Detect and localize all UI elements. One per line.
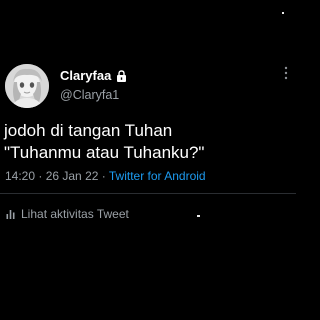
- divider: [0, 193, 296, 194]
- tweet-meta: 14:20 · 26 Jan 22 · Twitter for Android: [5, 169, 206, 183]
- tweet-source-link[interactable]: Twitter for Android: [109, 169, 206, 183]
- bar-chart-icon: [6, 209, 15, 219]
- lock-icon: [116, 69, 127, 82]
- view-activity-button[interactable]: Lihat aktivitas Tweet: [6, 207, 129, 221]
- profile-avatar[interactable]: [5, 64, 49, 108]
- view-activity-label: Lihat aktivitas Tweet: [21, 207, 129, 221]
- speck: [282, 12, 284, 14]
- author-row: Claryfaa: [60, 68, 127, 83]
- more-icon[interactable]: [283, 66, 289, 80]
- tweet-text-line: jodoh di tangan Tuhan: [4, 121, 173, 140]
- tweet-time[interactable]: 14:20: [5, 169, 35, 183]
- meta-separator: ·: [35, 169, 46, 183]
- speck: [197, 215, 200, 217]
- tweet-text-line: "Tuhanmu atau Tuhanku?": [4, 143, 205, 162]
- avatar-image: [5, 64, 49, 108]
- user-handle[interactable]: @Claryfa1: [60, 88, 119, 102]
- display-name[interactable]: Claryfaa: [60, 68, 111, 83]
- tweet-text: jodoh di tangan Tuhan "Tuhanmu atau Tuha…: [4, 120, 292, 164]
- meta-separator: ·: [98, 169, 109, 183]
- tweet-card: Claryfaa @Claryfa1 jodoh di tangan Tuhan…: [0, 0, 296, 320]
- tweet-date[interactable]: 26 Jan 22: [46, 169, 99, 183]
